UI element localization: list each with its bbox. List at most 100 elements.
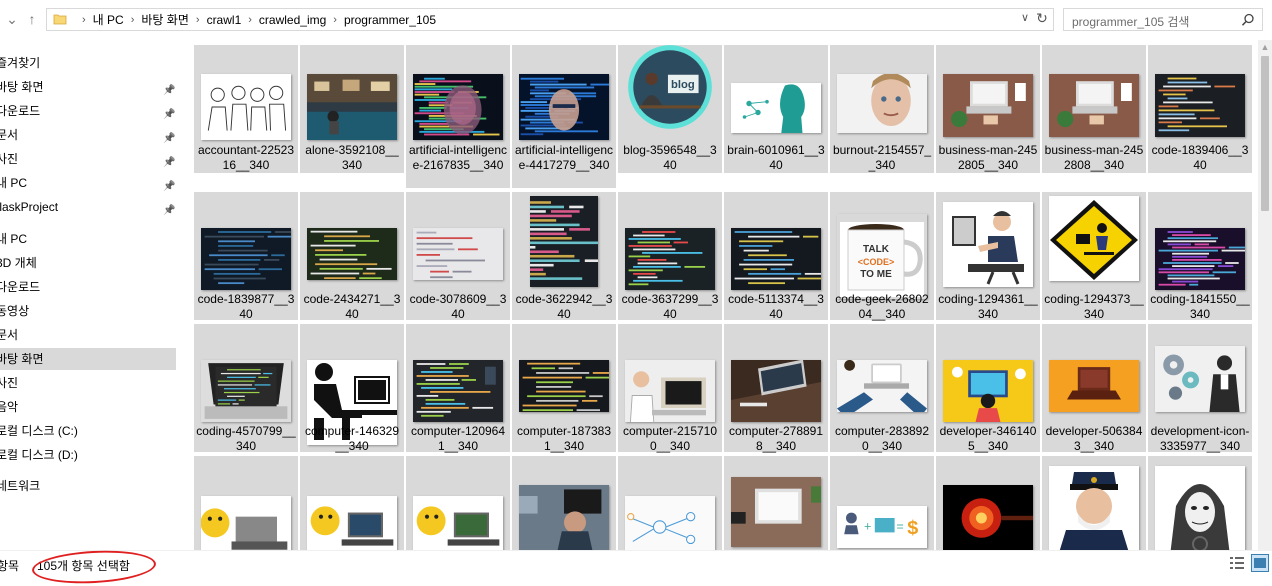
chevron-right-icon[interactable]: ›	[333, 14, 337, 26]
nav-item[interactable]: 음악	[0, 396, 176, 418]
file-tile[interactable]: coding-1841550__340	[1148, 192, 1252, 321]
file-tile[interactable]: code-3078609__340	[406, 192, 510, 321]
file-tile[interactable]: computer-1873831__340	[512, 324, 616, 453]
dropdown-recent-icon[interactable]: ⌄	[4, 10, 20, 28]
file-tile[interactable]: artificial-intelligence-2167835__340	[406, 45, 510, 188]
pin-icon[interactable]: 📌	[163, 152, 175, 168]
breadcrumb-item[interactable]: crawled_img	[259, 13, 326, 27]
details-view-icon[interactable]	[1229, 555, 1245, 571]
nav-item[interactable]: 로컬 디스크 (D:)	[0, 444, 176, 466]
nav-item[interactable]: 바탕 화면 📌	[0, 76, 176, 98]
file-tile[interactable]: alone-3592108__340	[300, 45, 404, 173]
up-arrow-icon[interactable]: ↑	[24, 10, 40, 28]
nav-item-label: 사진	[0, 376, 19, 390]
search-icon	[1241, 13, 1254, 26]
file-tile[interactable]: accountant-2252316__340	[194, 45, 298, 173]
file-tile[interactable]: computer-1209641__340	[406, 324, 510, 453]
pin-icon[interactable]: 📌	[163, 128, 175, 144]
file-tile[interactable]	[194, 456, 298, 550]
file-tile[interactable]	[300, 456, 404, 550]
file-name: business-man-2452808__340	[1044, 143, 1144, 172]
chevron-right-icon[interactable]: ›	[82, 14, 86, 26]
pin-icon[interactable]: 📌	[163, 104, 175, 120]
file-tile[interactable]: code-3622942__340	[512, 192, 616, 321]
file-tile[interactable]: artificial-intelligence-4417279__340	[512, 45, 616, 188]
breadcrumb-item[interactable]: 바탕 화면	[141, 11, 189, 28]
file-name: artificial-intelligence-4417279__340	[514, 143, 614, 172]
file-tile[interactable]	[406, 456, 510, 550]
file-tile[interactable]	[1042, 456, 1146, 550]
file-tile[interactable]: code-2434271__340	[300, 192, 404, 321]
nav-item[interactable]: 로컬 디스크 (C:)	[0, 420, 176, 442]
breadcrumb-item[interactable]: crawl1	[207, 13, 242, 27]
file-name: blog-3596548__340	[623, 143, 717, 172]
chevron-right-icon[interactable]: ›	[131, 14, 135, 26]
nav-item[interactable]: 문서 📌	[0, 124, 176, 146]
file-tile[interactable]: blog blog-3596548__340	[618, 45, 722, 173]
file-tile[interactable]: developer-3461405__340	[936, 324, 1040, 453]
nav-item-label: 문서	[0, 328, 19, 342]
file-tile[interactable]: computer-2838920__340	[830, 324, 934, 453]
file-tile[interactable]: computer-2788918__340	[724, 324, 828, 453]
large-icons-view-icon[interactable]	[1251, 554, 1269, 572]
chevron-right-icon[interactable]: ›	[196, 14, 200, 26]
file-tile[interactable]: development-icon-3335977__340	[1148, 324, 1252, 453]
file-tile[interactable]: computer-146329__340	[300, 324, 404, 453]
scrollbar-thumb[interactable]	[1261, 56, 1269, 211]
nav-item[interactable]: 내 PC 📌	[0, 172, 176, 194]
pin-icon[interactable]: 📌	[163, 80, 175, 96]
file-tile[interactable]	[618, 456, 722, 550]
vertical-scrollbar[interactable]: ▲	[1258, 40, 1272, 550]
nav-item[interactable]: 사진	[0, 372, 176, 394]
file-tile[interactable]: code-1839877__340	[194, 192, 298, 321]
nav-item[interactable]: 내 PC	[0, 228, 176, 250]
file-tile[interactable]	[512, 456, 616, 550]
file-name: coding-4570799__340	[196, 424, 296, 453]
file-thumbnail: TALK <CODE> TO ME	[837, 214, 927, 299]
chevron-down-icon[interactable]: ∨	[1018, 11, 1032, 29]
file-tile[interactable]	[936, 456, 1040, 550]
nav-item[interactable]: 3D 개체	[0, 252, 176, 274]
file-tile[interactable]: developer-5063843__340	[1042, 324, 1146, 453]
pin-icon[interactable]: 📌	[163, 176, 175, 192]
breadcrumb-item[interactable]: programmer_105	[344, 13, 436, 27]
pin-icon[interactable]: 📌	[163, 200, 175, 216]
file-tile[interactable]: code-5113374__340	[724, 192, 828, 321]
address-bar[interactable]: › 내 PC › 바탕 화면 › crawl1 › crawled_img › …	[46, 8, 1054, 31]
nav-item[interactable]: 다운로드	[0, 276, 176, 298]
nav-item[interactable]: 바탕 화면	[0, 348, 176, 370]
address-row: ⌄ ↑ › 내 PC › 바탕 화면 › crawl1 › crawled_im…	[0, 0, 1272, 40]
file-thumbnail	[413, 228, 503, 280]
file-tile[interactable]: computer-2157100__340	[618, 324, 722, 453]
nav-item[interactable]: 네트워크	[0, 475, 176, 497]
file-tile[interactable]: business-man-2452808__340	[1042, 45, 1146, 173]
file-tile[interactable]: + = $	[830, 456, 934, 550]
file-thumbnail	[413, 74, 503, 140]
file-tile[interactable]	[1148, 456, 1252, 550]
file-thumbnail	[837, 74, 927, 133]
nav-item[interactable]: 즐겨찾기	[0, 52, 176, 74]
nav-item[interactable]: 다운로드 📌	[0, 100, 176, 122]
nav-item[interactable]: 문서	[0, 324, 176, 346]
file-tile[interactable]: business-man-2452805__340	[936, 45, 1040, 173]
file-tile[interactable]: coding-1294361__340	[936, 192, 1040, 321]
search-input[interactable]: programmer_105 검색	[1063, 8, 1263, 31]
file-tile[interactable]: coding-4570799__340	[194, 324, 298, 453]
file-thumbnail	[943, 360, 1033, 422]
nav-item[interactable]: 동영상	[0, 300, 176, 322]
file-tile[interactable]: coding-1294373__340	[1042, 192, 1146, 321]
file-tile[interactable]: code-1839406__340	[1148, 45, 1252, 173]
file-name: code-3637299__340	[621, 292, 719, 321]
scroll-up-arrow-icon[interactable]: ▲	[1258, 40, 1272, 54]
file-tile[interactable]	[724, 456, 828, 550]
status-bar: 항목 105개 항목 선택함	[0, 547, 1272, 586]
nav-item[interactable]: flaskProject 📌	[0, 196, 176, 218]
file-tile[interactable]: code-3637299__340	[618, 192, 722, 321]
file-tile[interactable]: TALK <CODE> TO ME code-geek-2680204__340	[830, 192, 934, 321]
file-tile[interactable]: burnout-2154557__340	[830, 45, 934, 173]
refresh-icon[interactable]: ↻	[1034, 10, 1050, 28]
chevron-right-icon[interactable]: ›	[248, 14, 252, 26]
breadcrumb-item[interactable]: 내 PC	[93, 11, 124, 28]
file-tile[interactable]: brain-6010961__340	[724, 45, 828, 173]
nav-item[interactable]: 사진 📌	[0, 148, 176, 170]
